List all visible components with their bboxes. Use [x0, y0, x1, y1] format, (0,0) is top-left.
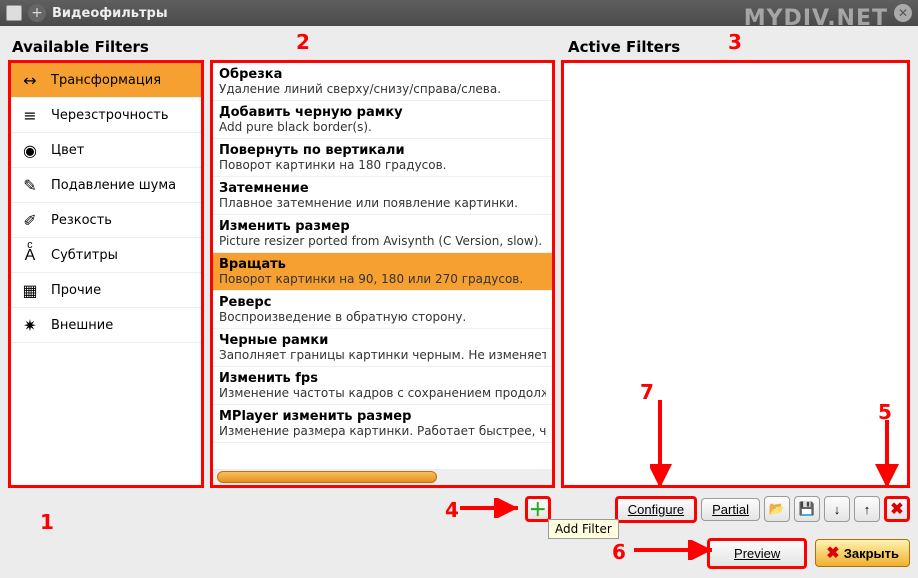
filter-description: Воспроизведение в обратную сторону.: [219, 310, 546, 324]
category-label: Резкость: [51, 213, 112, 228]
arrow-down-icon: ↓: [834, 502, 841, 517]
partial-button[interactable]: Partial: [701, 498, 760, 521]
move-down-button[interactable]: ↓: [824, 496, 850, 522]
category-item-transform[interactable]: ↔ Трансформация: [11, 63, 201, 98]
denoise-icon: ✎: [19, 174, 41, 196]
filter-description: Плавное затемнение или появление картинк…: [219, 196, 546, 210]
filter-title: Повернуть по вертикали: [219, 143, 546, 158]
filter-description: Удаление линий сверху/снизу/справа/слева…: [219, 82, 546, 96]
other-icon: ▦: [19, 279, 41, 301]
filter-item[interactable]: Изменить размерPicture resizer ported fr…: [213, 215, 552, 253]
close-icon[interactable]: ✕: [894, 4, 912, 22]
filter-title: Вращать: [219, 257, 546, 272]
external-icon: ✷: [19, 314, 41, 336]
filter-title: MPlayer изменить размер: [219, 409, 546, 424]
filter-description: Изменение частоты кадров с сохранением п…: [219, 386, 546, 400]
category-item-color[interactable]: ◉ Цвет: [11, 133, 201, 168]
folder-open-icon: 📂: [769, 501, 785, 517]
open-button[interactable]: 📂: [764, 496, 790, 522]
close-button[interactable]: ✖ Закрыть: [815, 539, 910, 567]
filter-description: Add pure black border(s).: [219, 120, 546, 134]
active-filters-panel: [561, 60, 910, 488]
filters-panel: ОбрезкаУдаление линий сверху/снизу/справ…: [210, 60, 555, 488]
preview-button[interactable]: Preview: [707, 538, 807, 569]
horizontal-scrollbar[interactable]: [213, 469, 552, 485]
filter-item[interactable]: ОбрезкаУдаление линий сверху/снизу/справ…: [213, 63, 552, 101]
filter-item[interactable]: MPlayer изменить размерИзменение размера…: [213, 405, 552, 443]
category-label: Цвет: [51, 143, 84, 158]
plus-icon: ＋: [529, 496, 547, 522]
filter-title: Изменить fps: [219, 371, 546, 386]
filter-description: Picture resizer ported from Avisynth (C …: [219, 234, 546, 248]
expand-icon[interactable]: +: [28, 4, 46, 22]
filter-item[interactable]: ЗатемнениеПлавное затемнение или появлен…: [213, 177, 552, 215]
category-label: Подавление шума: [51, 178, 176, 193]
filter-item[interactable]: Повернуть по вертикалиПоворот картинки н…: [213, 139, 552, 177]
filter-description: Заполняет границы картинки черным. Не из…: [219, 348, 546, 362]
arrow-up-icon: ↑: [864, 502, 871, 517]
configure-button[interactable]: Configure: [615, 496, 697, 523]
app-icon: [6, 5, 22, 21]
category-label: Черезстрочность: [51, 108, 169, 123]
close-x-icon: ✖: [826, 543, 839, 563]
category-item-subs[interactable]: Aͨ Субтитры: [11, 238, 201, 273]
move-up-button[interactable]: ↑: [854, 496, 880, 522]
filter-title: Добавить черную рамку: [219, 105, 546, 120]
filter-title: Черные рамки: [219, 333, 546, 348]
filter-title: Реверс: [219, 295, 546, 310]
active-filters-header: Active Filters: [558, 34, 910, 60]
remove-icon: ✖: [890, 499, 903, 519]
categories-panel: ↔ Трансформация ≡ Черезстрочность ◉ Цвет ✎ Пода…: [8, 60, 204, 488]
category-label: Внешние: [51, 318, 113, 333]
filter-title: Изменить размер: [219, 219, 546, 234]
category-item-external[interactable]: ✷ Внешние: [11, 308, 201, 343]
watermark: MYDIV.NET: [744, 6, 888, 31]
filter-item[interactable]: Изменить fpsИзменение частоты кадров с с…: [213, 367, 552, 405]
category-label: Трансформация: [51, 73, 161, 88]
filter-description: Поворот картинки на 90, 180 или 270 град…: [219, 272, 546, 286]
available-filters-header: Available Filters: [8, 34, 208, 60]
filter-item[interactable]: Черные рамкиЗаполняет границы картинки ч…: [213, 329, 552, 367]
remove-filter-button[interactable]: ✖: [884, 496, 910, 522]
filter-title: Обрезка: [219, 67, 546, 82]
category-item-interlace[interactable]: ≡ Черезстрочность: [11, 98, 201, 133]
filter-description: Поворот картинки на 180 градусов.: [219, 158, 546, 172]
filter-item[interactable]: РеверсВоспроизведение в обратную сторону…: [213, 291, 552, 329]
save-button[interactable]: 💾: [794, 496, 820, 522]
filter-title: Затемнение: [219, 181, 546, 196]
add-filter-tooltip: Add Filter: [548, 519, 619, 539]
save-icon: 💾: [799, 501, 815, 517]
transform-icon: ↔: [19, 69, 41, 91]
close-label: Закрыть: [844, 546, 899, 561]
category-item-sharp[interactable]: ✐ Резкость: [11, 203, 201, 238]
category-label: Прочие: [51, 283, 101, 298]
add-filter-button[interactable]: ＋: [525, 496, 551, 522]
subs-icon: Aͨ: [19, 244, 41, 266]
interlace-icon: ≡: [19, 104, 41, 126]
filter-description: Изменение размера картинки. Работает быс…: [219, 424, 546, 438]
category-item-denoise[interactable]: ✎ Подавление шума: [11, 168, 201, 203]
color-icon: ◉: [19, 139, 41, 161]
category-label: Субтитры: [51, 248, 118, 263]
category-item-other[interactable]: ▦ Прочие: [11, 273, 201, 308]
filter-item[interactable]: Добавить черную рамкуAdd pure black bord…: [213, 101, 552, 139]
filter-item[interactable]: ВращатьПоворот картинки на 90, 180 или 2…: [213, 253, 552, 291]
sharp-icon: ✐: [19, 209, 41, 231]
